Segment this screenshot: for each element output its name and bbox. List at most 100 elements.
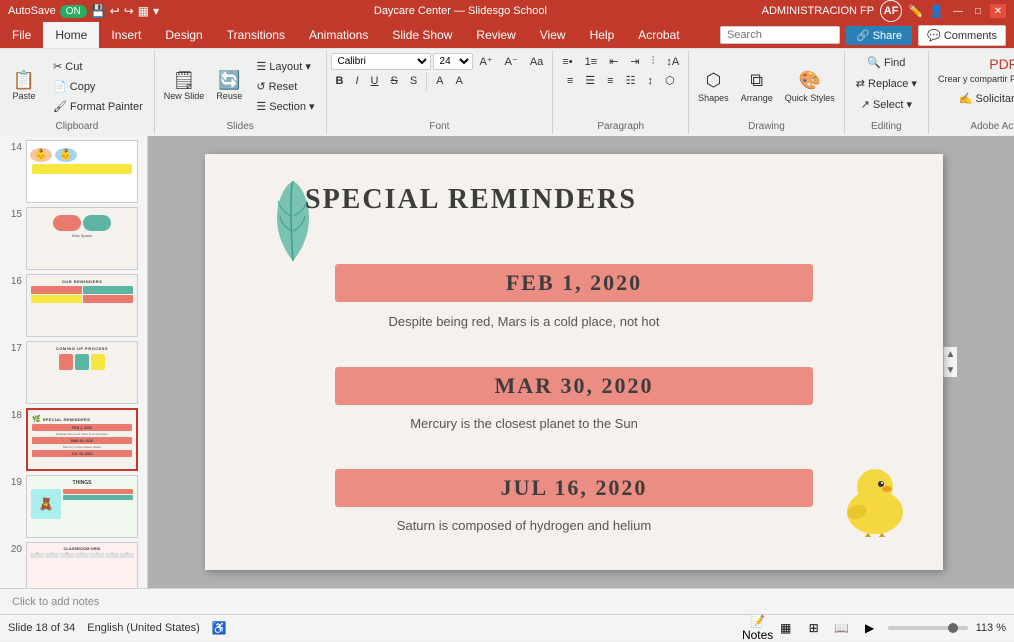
sign-button[interactable]: ✍ Solicitar firmas [952, 89, 1014, 108]
share-button[interactable]: 🔗 Share [846, 26, 912, 45]
right-scrollbar[interactable]: ▲ ▼ [943, 347, 957, 377]
slide-thumb-19[interactable]: 19 THINGS 🧸 [4, 475, 143, 538]
bullets-button[interactable]: ≡• [557, 53, 577, 70]
user-avatar[interactable]: AF [880, 0, 902, 22]
editing-buttons: 🔍 Find ⇄ Replace ▾ ↗ Select ▾ [849, 53, 924, 119]
select-button[interactable]: ↗ Select ▾ [854, 95, 919, 114]
notes-bar[interactable]: Click to add notes [0, 588, 1014, 614]
tab-design[interactable]: Design [153, 22, 214, 48]
slide-preview-17[interactable]: COMING UP PROCESS [26, 341, 138, 404]
section-button[interactable]: ☰ Section ▾ [249, 97, 321, 116]
strikethrough-button[interactable]: S [385, 73, 402, 89]
user-name: ADMINISTRACION FP [762, 5, 874, 17]
slide-preview-19[interactable]: THINGS 🧸 [26, 475, 138, 538]
minimize-button[interactable]: — [950, 4, 966, 18]
slide-preview-20[interactable]: CLASSROOM GRID M T W T F S S [26, 542, 138, 588]
paste-button[interactable]: 📋 Paste [4, 68, 44, 104]
slide-thumb-20[interactable]: 20 CLASSROOM GRID M T W T F S S [4, 542, 143, 588]
decrease-font-button[interactable]: A⁻ [500, 53, 523, 70]
slide-preview-18[interactable]: 🌿 SPECIAL REMINDERS FEB 1, 2020 Despite … [26, 408, 138, 471]
numbering-button[interactable]: 1≡ [580, 53, 603, 70]
layout-button[interactable]: ☰ Layout ▾ [249, 57, 321, 76]
align-center-button[interactable]: ☰ [580, 72, 600, 89]
slide-title[interactable]: SPECIAL REMINDERS [305, 184, 637, 216]
normal-view-button[interactable]: ▦ [776, 620, 796, 636]
font-color-button[interactable]: A [431, 73, 448, 89]
save-button[interactable]: 💾 [91, 4, 106, 18]
paragraph-group: ≡• 1≡ ⇤ ⇥ ⫶ ↕A ≡ ☰ ≡ ☷ ↕ ⬡ Paragraph [553, 51, 689, 134]
create-pdf-button[interactable]: PDF Crear y compartir PDF de Adobe [933, 53, 1014, 87]
bold-button[interactable]: B [331, 73, 349, 89]
undo-button[interactable]: ↩ [110, 4, 120, 18]
tab-review[interactable]: Review [464, 22, 527, 48]
scroll-down-arrow[interactable]: ▼ [944, 363, 957, 377]
replace-button[interactable]: ⇄ Replace ▾ [849, 74, 924, 93]
slide-thumb-14[interactable]: 14 👶 👶 [4, 140, 143, 203]
tab-help[interactable]: Help [578, 22, 627, 48]
font-controls: Calibri 24 A⁺ A⁻ Aa B I U S S A A [331, 53, 549, 119]
layout-menu-button[interactable]: ▦ [138, 4, 149, 18]
pen-tool-button[interactable]: ✏️ [908, 4, 923, 18]
reset-button[interactable]: ↺ Reset [249, 77, 321, 96]
slide-preview-16[interactable]: OUR REMINDERS [26, 274, 138, 337]
autosave-toggle[interactable]: ON [60, 5, 87, 18]
reuse-button[interactable]: 🔄 Reuse [211, 68, 247, 104]
clear-format-button[interactable]: Aa [525, 54, 548, 70]
slide-thumb-18[interactable]: 18 🌿 SPECIAL REMINDERS FEB 1, 2020 Despi… [4, 408, 143, 471]
tab-slideshow[interactable]: Slide Show [380, 22, 464, 48]
find-button[interactable]: 🔍 Find [860, 53, 912, 72]
close-button[interactable]: ✕ [990, 4, 1006, 18]
zoom-thumb[interactable] [948, 623, 958, 633]
slide-canvas[interactable]: SPECIAL REMINDERS FEB 1, 2020 Despite be… [205, 154, 943, 570]
font-size-select[interactable]: 24 [433, 53, 473, 70]
tab-home[interactable]: Home [43, 22, 99, 48]
text-direction-button[interactable]: ↕A [661, 53, 684, 70]
share-status-button[interactable]: 👤 [929, 4, 944, 18]
tab-view[interactable]: View [528, 22, 578, 48]
notes-view-button[interactable]: 📝 Notes [748, 620, 768, 636]
slide-small-btns: ☰ Layout ▾ ↺ Reset ☰ Section ▾ [249, 57, 321, 116]
search-input[interactable] [720, 26, 840, 44]
drawing-buttons: ⬡ Shapes ⧉ Arrange 🎨 Quick Styles [693, 53, 840, 119]
slide-thumb-17[interactable]: 17 COMING UP PROCESS [4, 341, 143, 404]
slide-preview-14[interactable]: 👶 👶 [26, 140, 138, 203]
columns-button[interactable]: ⫶ [647, 53, 660, 70]
comments-button[interactable]: 💬 Comments [918, 25, 1006, 46]
slide-sorter-button[interactable]: ⊞ [804, 620, 824, 636]
font-name-select[interactable]: Calibri [331, 53, 431, 70]
align-left-button[interactable]: ≡ [562, 72, 578, 89]
arrange-button[interactable]: ⧉ Arrange [736, 67, 778, 106]
smart-art-button[interactable]: ⬡ [660, 72, 680, 89]
reading-view-button[interactable]: 📖 [832, 620, 852, 636]
redo-button[interactable]: ↪ [124, 4, 134, 18]
tab-file[interactable]: File [0, 22, 43, 48]
tab-insert[interactable]: Insert [99, 22, 153, 48]
align-right-button[interactable]: ≡ [602, 72, 618, 89]
cut-button[interactable]: ✂ Cut [46, 57, 150, 76]
decrease-indent-button[interactable]: ⇤ [604, 53, 623, 70]
zoom-slider[interactable] [888, 626, 968, 630]
copy-button[interactable]: 📄 Copy [46, 77, 150, 96]
font-group: Calibri 24 A⁺ A⁻ Aa B I U S S A A Font [327, 51, 554, 134]
scroll-up-arrow[interactable]: ▲ [944, 347, 957, 361]
increase-font-button[interactable]: A⁺ [475, 53, 498, 70]
slideshow-button[interactable]: ▶ [860, 620, 880, 636]
italic-button[interactable]: I [350, 73, 363, 89]
highlight-button[interactable]: A [451, 73, 468, 89]
shapes-button[interactable]: ⬡ Shapes [693, 67, 734, 106]
underline-button[interactable]: U [366, 73, 384, 89]
maximize-button[interactable]: □ [970, 4, 986, 18]
slide-thumb-15[interactable]: 15 Kids Space [4, 207, 143, 270]
tab-animations[interactable]: Animations [297, 22, 380, 48]
slide-thumb-16[interactable]: 16 OUR REMINDERS [4, 274, 143, 337]
new-slide-button[interactable]: 🗒 New Slide [159, 68, 210, 104]
quick-styles-button[interactable]: 🎨 Quick Styles [780, 67, 840, 106]
justify-button[interactable]: ☷ [621, 72, 641, 89]
tab-transitions[interactable]: Transitions [215, 22, 297, 48]
shadow-button[interactable]: S [405, 73, 422, 89]
format-painter-button[interactable]: 🖌 Format Painter [46, 97, 150, 116]
line-spacing-button[interactable]: ↕ [642, 72, 658, 89]
increase-indent-button[interactable]: ⇥ [625, 53, 644, 70]
slide-preview-15[interactable]: Kids Space [26, 207, 138, 270]
tab-acrobat[interactable]: Acrobat [626, 22, 691, 48]
